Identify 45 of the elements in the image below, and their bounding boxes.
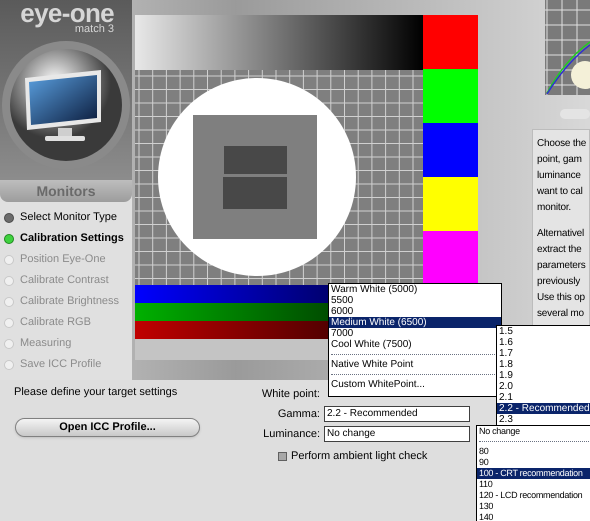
dropdown-option[interactable]: 140 <box>477 512 590 521</box>
info-text-line: point, gam <box>537 153 583 167</box>
setting-label: Gamma: <box>276 406 321 422</box>
dropdown-option[interactable]: 5500 <box>329 295 501 306</box>
info-text-line: want to cal <box>537 185 584 199</box>
dropdown-option[interactable]: 1.8 <box>497 359 590 370</box>
info-text-line: several mo <box>537 307 585 321</box>
dropdown-option[interactable]: Medium White (6500) <box>329 317 501 328</box>
dropdown-option[interactable]: No change <box>477 426 590 437</box>
step-label[interactable]: Calibration Settings <box>20 230 124 247</box>
dropdown-option[interactable]: 1.6 <box>497 337 590 348</box>
dropdown-option[interactable]: 90 <box>477 457 590 468</box>
info-text-line: extract the <box>537 243 582 257</box>
info-text-line: luminance <box>537 169 582 183</box>
dropdown-field[interactable]: No change <box>324 426 470 442</box>
dropdown-option[interactable]: 1.5 <box>497 326 590 337</box>
checkbox[interactable] <box>278 452 287 461</box>
dropdown-option[interactable]: 120 - LCD recommendation <box>477 490 590 501</box>
setting-label: Luminance: <box>262 426 321 442</box>
dropdown-option[interactable]: 2.3 <box>497 414 590 425</box>
section-header: Monitors <box>0 180 132 202</box>
info-text-line: monitor. <box>537 201 572 215</box>
info-text-line: Alternativel <box>537 227 586 241</box>
dropdown-option[interactable]: Warm White (5000) <box>329 284 501 295</box>
info-text-line: previously <box>537 275 582 289</box>
setting-label: White point: <box>260 386 321 402</box>
dropdown-option[interactable]: 80 <box>477 446 590 457</box>
dropdown-option[interactable]: 1.7 <box>497 348 590 359</box>
info-text-line: parameters <box>537 259 587 273</box>
checkbox-label: Perform ambient light check <box>291 449 428 464</box>
dropdown-option[interactable]: 100 - CRT recommendation <box>477 468 590 479</box>
dropdown-option[interactable]: 2.0 <box>497 381 590 392</box>
info-text-line: Choose the <box>537 137 588 151</box>
open-profile-button[interactable]: Open ICC Profile... <box>15 418 200 436</box>
prompt-text: Please define your target settings <box>14 385 178 400</box>
logo-text: eye-one <box>20 0 114 26</box>
step-label[interactable]: Select Monitor Type <box>20 209 118 226</box>
dropdown-option[interactable]: 2.1 <box>497 392 590 403</box>
dropdown-option[interactable]: 2.2 - Recommended <box>497 403 590 414</box>
dropdown-option[interactable]: 1.9 <box>497 370 590 381</box>
dropdown-option[interactable]: 6000 <box>329 306 501 317</box>
info-text-line: Use this op <box>537 291 586 305</box>
dropdown-option[interactable]: 130 <box>477 501 590 512</box>
dropdown-option[interactable]: 110 <box>477 479 590 490</box>
dropdown-field[interactable]: 2.2 - Recommended <box>324 406 470 422</box>
